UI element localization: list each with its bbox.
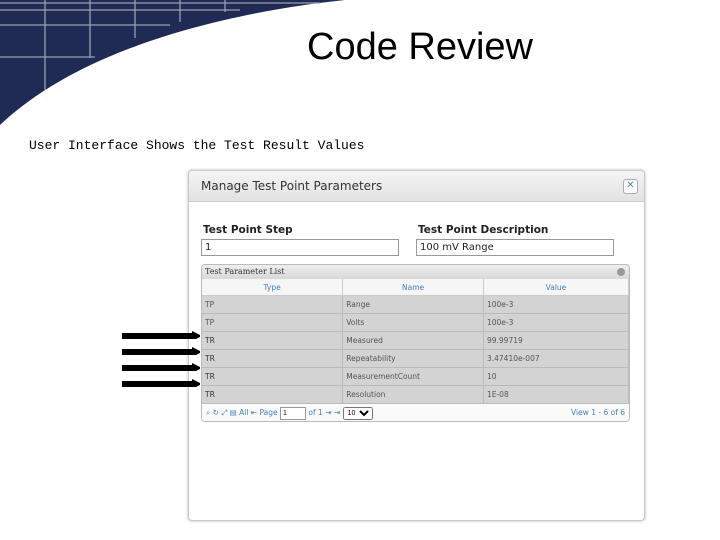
grid-pager: ⌕ ↻ ⤢ ▤ All ⇤ Page of 1 ⇥ ⇥ 10 View 1 - … (202, 404, 629, 421)
collapse-icon[interactable] (617, 268, 625, 276)
close-icon[interactable]: ✕ (623, 179, 638, 194)
description-label: Test Point Description (418, 224, 549, 236)
table-cell: TP (202, 313, 344, 332)
table-row[interactable]: TP Range 100e-3 (202, 295, 629, 314)
arrow-icon (122, 379, 200, 387)
arrow-icon (122, 363, 200, 371)
table-cell: TR (202, 331, 344, 350)
page-input[interactable] (280, 406, 307, 420)
dialog-title: Manage Test Point Parameters (201, 179, 383, 193)
table-row[interactable]: TR MeasurementCount 10 (202, 367, 629, 386)
table-cell: 99.99719 (483, 331, 629, 350)
table-cell: Repeatability (342, 349, 484, 368)
table-cell: MeasurementCount (342, 367, 484, 386)
table-cell: TR (202, 385, 344, 404)
table-cell: 100e-3 (483, 313, 629, 332)
page-of: of 1 (308, 408, 323, 417)
grid-caption: Test Parameter List (202, 265, 629, 279)
dialog-header: Manage Test Point Parameters ✕ (189, 171, 644, 202)
step-label: Test Point Step (203, 224, 293, 236)
page-size-select[interactable]: 10 (342, 406, 373, 420)
pager-icons[interactable]: ⌕ ↻ ⤢ ▤ All ⇤ (206, 408, 259, 417)
page-label: Page (259, 408, 278, 417)
arrow-icon (122, 331, 200, 339)
parameter-table: Type Name Value TP Range 100e-3 TP Volts 100e-3… (202, 279, 629, 404)
table-cell: TR (202, 367, 344, 386)
table-cell: 3.47410e-007 (483, 349, 629, 368)
column-header[interactable]: Type (202, 279, 344, 296)
table-cell: Volts (342, 313, 484, 332)
table-cell: 10 (483, 367, 629, 386)
table-row[interactable]: TR Repeatability 3.47410e-007 (202, 349, 629, 368)
table-cell: TR (202, 349, 344, 368)
table-cell: Measured (342, 331, 484, 350)
description-input[interactable]: 100 mV Range (416, 239, 614, 256)
grid-caption-text: Test Parameter List (205, 267, 285, 276)
table-cell: Range (342, 295, 484, 314)
arrow-icon (122, 347, 200, 355)
table-cell: 100e-3 (483, 295, 629, 314)
table-cell: Resolution (342, 385, 484, 404)
column-header[interactable]: Value (483, 279, 629, 296)
parameter-grid: Test Parameter List Type Name Value TP Rang… (201, 264, 630, 422)
manage-test-point-dialog: Manage Test Point Parameters ✕ Test Poin… (188, 170, 645, 521)
step-input[interactable]: 1 (201, 239, 399, 256)
table-cell: 1E-08 (483, 385, 629, 404)
table-cell: TP (202, 295, 344, 314)
slide-title: Code Review (307, 26, 533, 68)
table-row[interactable]: TP Volts 100e-3 (202, 313, 629, 332)
column-header[interactable]: Name (342, 279, 484, 296)
table-row[interactable]: TR Measured 99.99719 (202, 331, 629, 350)
slide-subtitle: User Interface Shows the Test Result Val… (29, 138, 365, 153)
view-range: View 1 - 6 of 6 (571, 408, 625, 417)
table-row[interactable]: TR Resolution 1E-08 (202, 385, 629, 404)
